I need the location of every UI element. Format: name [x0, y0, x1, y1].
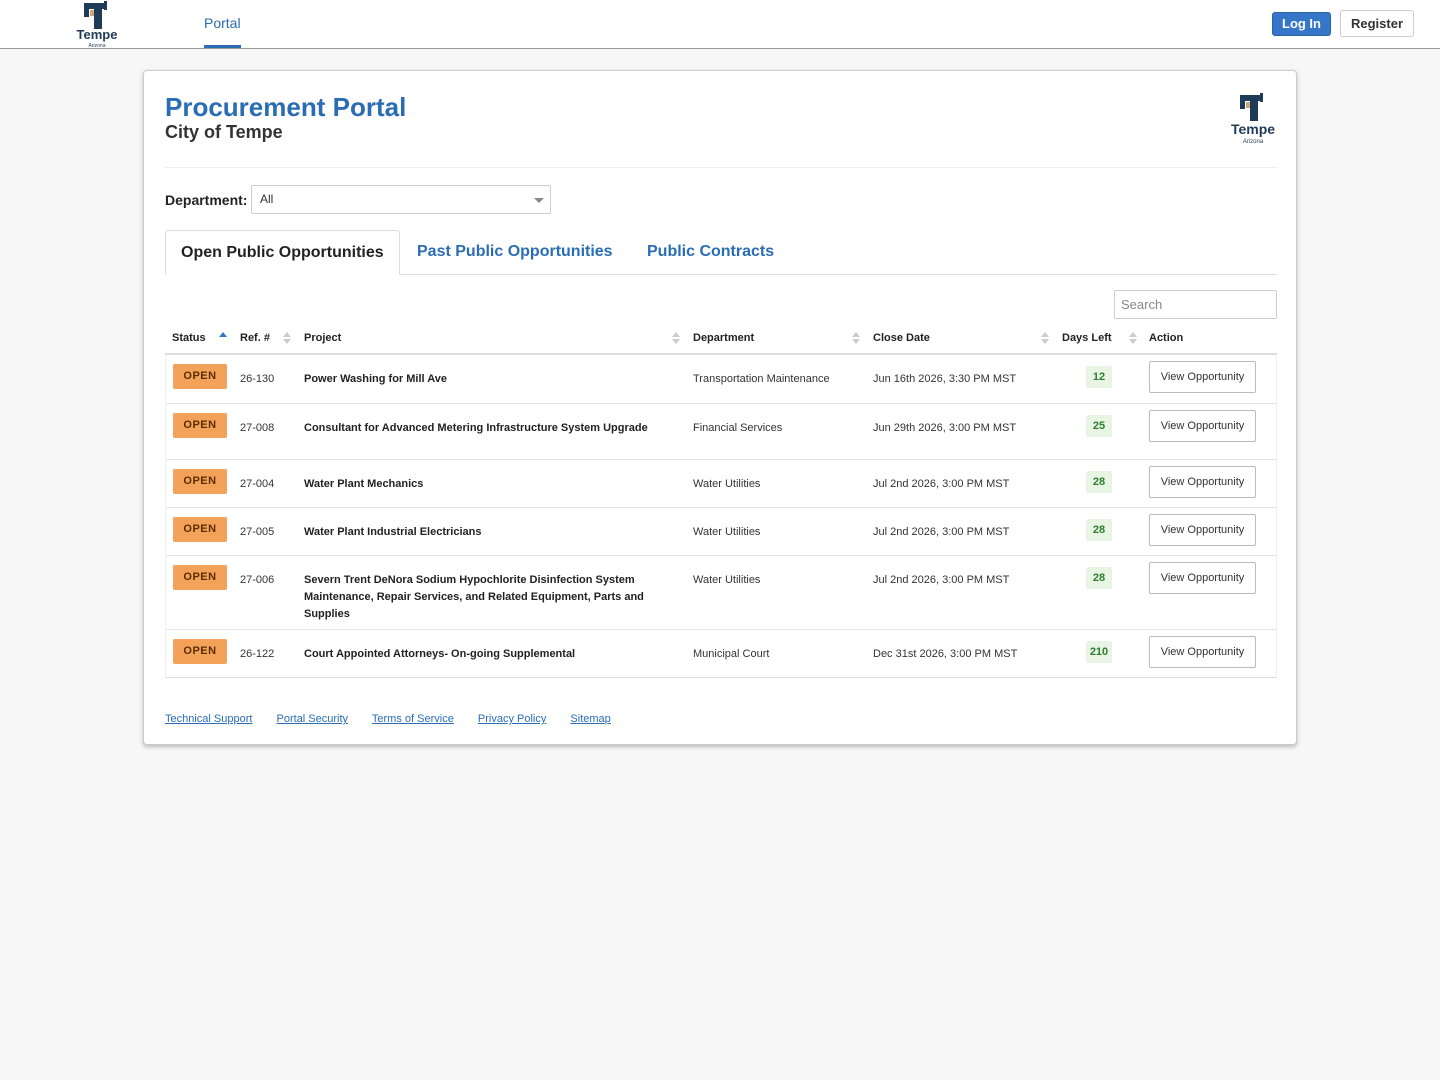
portal-security-link[interactable]: Portal Security: [277, 713, 349, 725]
close-date: Jun 16th 2026, 3:30 PM MST: [873, 373, 1017, 385]
ref-number: 26-130: [240, 373, 275, 385]
table-row: OPEN 27-008 Consultant for Advanced Mete…: [166, 403, 1276, 459]
view-opportunity-button[interactable]: View Opportunity: [1149, 466, 1256, 498]
status-badge: OPEN: [173, 364, 227, 389]
project-name: Severn Trent DeNora Sodium Hypochlorite …: [304, 574, 644, 620]
sort-asc-icon[interactable]: [219, 332, 227, 346]
footer-links: Technical Support Portal Security Terms …: [165, 713, 632, 725]
sort-icon[interactable]: [852, 332, 860, 346]
col-action: Action: [1149, 332, 1184, 344]
sort-icon[interactable]: [1129, 332, 1137, 346]
login-button[interactable]: Log In: [1272, 12, 1331, 36]
search-input[interactable]: [1114, 290, 1277, 319]
top-nav: Tempe Arizona Portal Log In Register: [0, 0, 1440, 49]
card-tempe-logo: Tempe Arizona: [1231, 93, 1275, 145]
nav-portal-link[interactable]: Portal: [204, 0, 241, 48]
department-name: Transportation Maintenance: [693, 373, 830, 385]
logo-text: Tempe: [77, 27, 118, 42]
department-name: Municipal Court: [693, 648, 770, 660]
status-badge: OPEN: [173, 413, 227, 438]
status-badge: OPEN: [173, 565, 227, 590]
ref-number: 27-004: [240, 478, 275, 490]
close-date: Jul 2nd 2026, 3:00 PM MST: [873, 574, 1010, 586]
card-logo-sub: Arizona: [1243, 139, 1264, 145]
days-left-badge: 28: [1086, 471, 1112, 493]
col-status[interactable]: Status: [172, 332, 206, 344]
ref-number: 27-005: [240, 526, 275, 538]
close-date: Jul 2nd 2026, 3:00 PM MST: [873, 478, 1010, 490]
project-name: Water Plant Mechanics: [304, 478, 424, 490]
view-opportunity-button[interactable]: View Opportunity: [1149, 636, 1256, 668]
sort-icon[interactable]: [1041, 332, 1049, 346]
table-header: Status Ref. # Project Department Close D…: [165, 323, 1277, 355]
department-select[interactable]: All: [251, 185, 551, 214]
days-left-badge: 12: [1086, 366, 1112, 388]
col-days-left[interactable]: Days Left: [1062, 332, 1112, 344]
table-row: OPEN 27-005 Water Plant Industrial Elect…: [166, 507, 1276, 555]
sort-icon[interactable]: [283, 332, 291, 346]
department-name: Water Utilities: [693, 574, 761, 586]
card-logo-text: Tempe: [1231, 121, 1275, 137]
close-date: Dec 31st 2026, 3:00 PM MST: [873, 648, 1018, 660]
table-row: OPEN 27-004 Water Plant Mechanics Water …: [166, 459, 1276, 507]
close-date: Jun 29th 2026, 3:00 PM MST: [873, 422, 1017, 434]
main-card: Procurement Portal City of Tempe Tempe A…: [143, 70, 1297, 745]
department-select-value: All: [260, 192, 274, 206]
view-opportunity-button[interactable]: View Opportunity: [1149, 361, 1256, 393]
days-left-badge: 25: [1086, 415, 1112, 437]
page-subtitle: City of Tempe: [165, 122, 283, 142]
page-title: Procurement Portal: [165, 92, 407, 122]
table-body: OPEN 26-130 Power Washing for Mill Ave T…: [165, 355, 1277, 678]
department-name: Water Utilities: [693, 526, 761, 538]
tab-open-opportunities[interactable]: Open Public Opportunities: [165, 230, 400, 275]
logo-sub: Arizona: [89, 43, 106, 48]
department-name: Water Utilities: [693, 478, 761, 490]
close-date: Jul 2nd 2026, 3:00 PM MST: [873, 526, 1010, 538]
view-opportunity-button[interactable]: View Opportunity: [1149, 562, 1256, 594]
register-button[interactable]: Register: [1340, 10, 1414, 37]
department-name: Financial Services: [693, 422, 783, 434]
department-label: Department:: [165, 192, 248, 208]
opportunities-table: Status Ref. # Project Department Close D…: [165, 323, 1277, 678]
project-name: Water Plant Industrial Electricians: [304, 526, 482, 538]
status-badge: OPEN: [173, 517, 227, 542]
tab-public-contracts[interactable]: Public Contracts: [647, 230, 774, 275]
table-row: OPEN 26-122 Court Appointed Attorneys- O…: [166, 629, 1276, 677]
table-row: OPEN 26-130 Power Washing for Mill Ave T…: [166, 355, 1276, 403]
project-name: Power Washing for Mill Ave: [304, 373, 448, 385]
ref-number: 27-008: [240, 422, 275, 434]
terms-of-service-link[interactable]: Terms of Service: [372, 713, 454, 725]
view-opportunity-button[interactable]: View Opportunity: [1149, 514, 1256, 546]
tab-past-opportunities[interactable]: Past Public Opportunities: [417, 230, 613, 275]
chevron-down-icon: [534, 198, 544, 203]
col-ref[interactable]: Ref. #: [240, 332, 270, 344]
days-left-badge: 210: [1086, 641, 1112, 663]
ref-number: 26-122: [240, 648, 275, 660]
ref-number: 27-006: [240, 574, 275, 586]
col-close-date[interactable]: Close Date: [873, 332, 930, 344]
days-left-badge: 28: [1086, 567, 1112, 589]
header-divider: [165, 167, 1277, 168]
project-name: Court Appointed Attorneys- On-going Supp…: [304, 648, 576, 660]
sitemap-link[interactable]: Sitemap: [570, 713, 610, 725]
table-row: OPEN 27-006 Severn Trent DeNora Sodium H…: [166, 555, 1276, 629]
project-name: Consultant for Advanced Metering Infrast…: [304, 422, 648, 434]
days-left-badge: 28: [1086, 519, 1112, 541]
view-opportunity-button[interactable]: View Opportunity: [1149, 410, 1256, 442]
col-project[interactable]: Project: [304, 332, 341, 344]
privacy-policy-link[interactable]: Privacy Policy: [478, 713, 546, 725]
status-badge: OPEN: [173, 639, 227, 664]
sort-icon[interactable]: [672, 332, 680, 346]
status-badge: OPEN: [173, 469, 227, 494]
technical-support-link[interactable]: Technical Support: [165, 713, 252, 725]
col-department[interactable]: Department: [693, 332, 754, 344]
tempe-logo[interactable]: Tempe Arizona: [70, 1, 124, 48]
